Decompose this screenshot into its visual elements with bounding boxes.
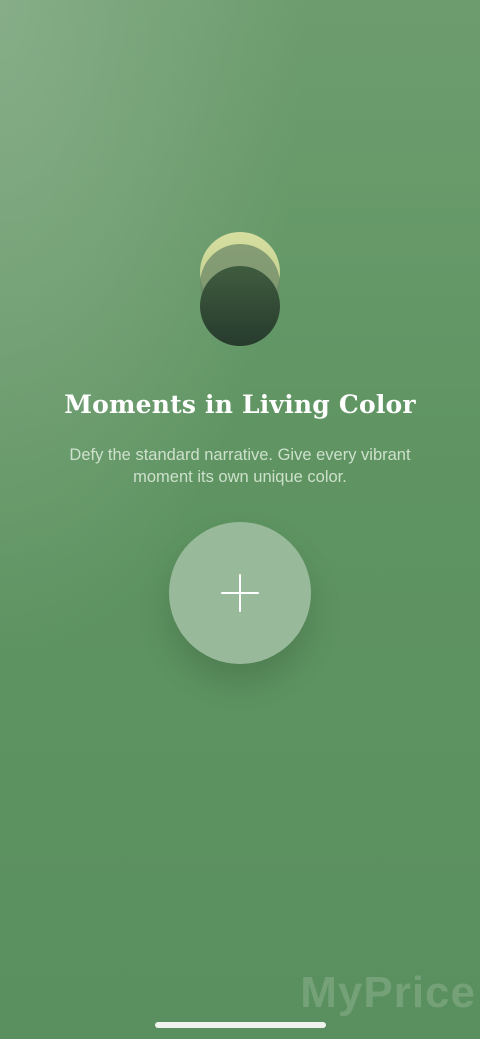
plus-icon bbox=[221, 574, 259, 612]
home-indicator[interactable] bbox=[155, 1022, 326, 1028]
page-subtitle: Defy the standard narrative. Give every … bbox=[69, 446, 411, 486]
add-moment-button[interactable] bbox=[169, 522, 311, 664]
onboarding-screen: Moments in Living Color Defy the standar… bbox=[0, 0, 480, 1039]
page-title: Moments in Living Color bbox=[64, 390, 416, 419]
watermark: MyPrice bbox=[300, 968, 476, 1017]
app-logo bbox=[200, 232, 282, 354]
logo-circle-dark bbox=[200, 266, 280, 346]
